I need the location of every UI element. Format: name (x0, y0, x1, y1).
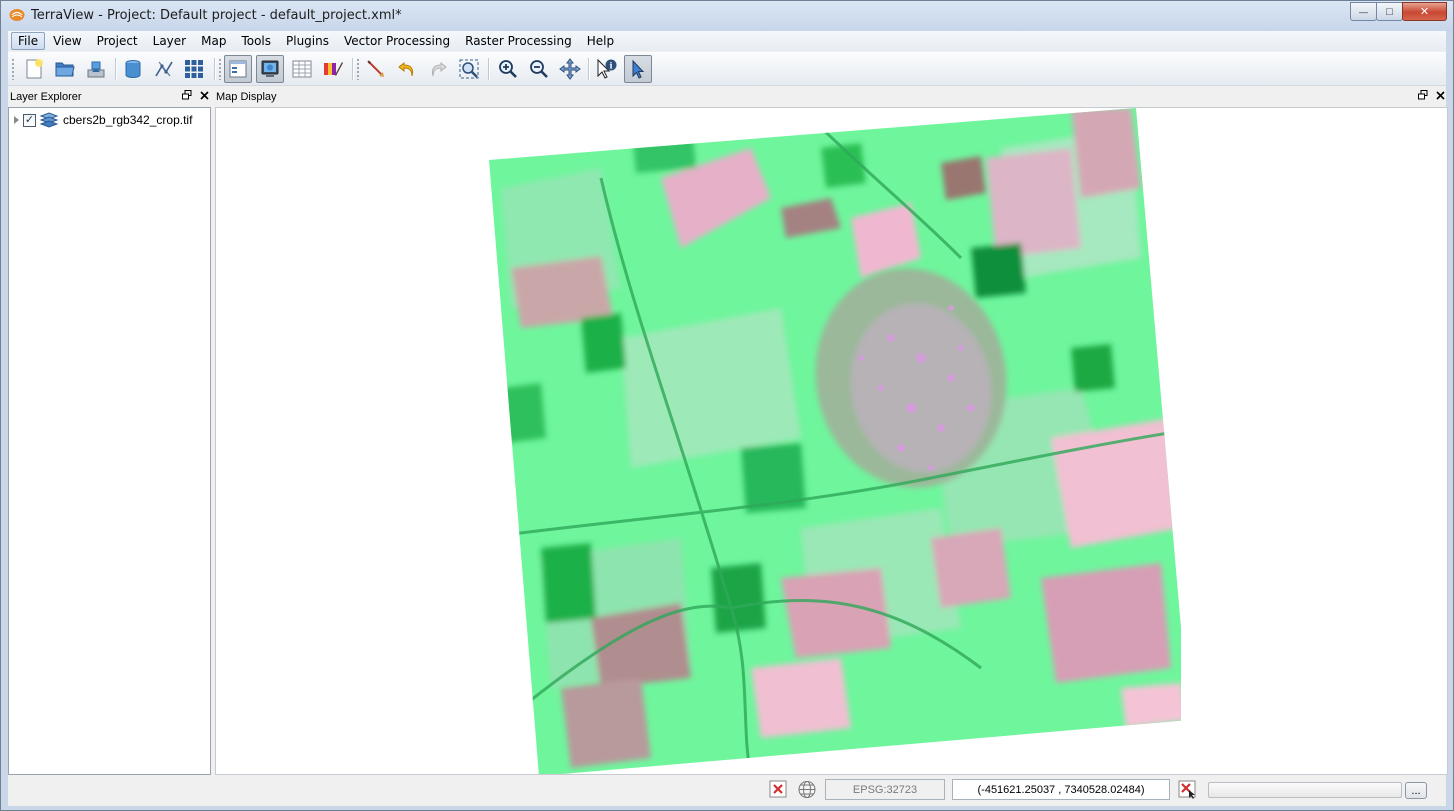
maximize-icon: □ (1386, 5, 1393, 18)
layer-explorer-title: Layer Explorer (10, 91, 82, 103)
new-project-button[interactable] (20, 55, 48, 83)
menu-view[interactable]: View (46, 32, 88, 50)
info-tool-button[interactable]: i (592, 55, 620, 83)
grid-tool-button[interactable] (180, 55, 208, 83)
menu-layer[interactable]: Layer (146, 32, 193, 50)
grid-icon (185, 60, 203, 78)
measure-icon (367, 60, 384, 77)
zoom-out-button[interactable] (525, 55, 553, 83)
selection-tool-button[interactable] (624, 55, 652, 83)
menu-project[interactable]: Project (90, 32, 145, 50)
srid-field[interactable]: EPSG:32723 (825, 779, 945, 800)
zoom-in-button[interactable] (494, 55, 522, 83)
stop-rendering-icon (769, 780, 787, 798)
style-icon (324, 62, 343, 76)
redo-button[interactable] (424, 55, 452, 83)
save-project-icon (87, 61, 105, 78)
toolbar-grip[interactable] (356, 58, 360, 80)
coordinates-field: (-451621.25037 , 7340528.02484) (952, 779, 1170, 800)
window-title: TerraView - Project: Default project - d… (31, 8, 402, 23)
stop-rendering-button[interactable] (768, 779, 790, 800)
layer-explorer-float-icon[interactable] (181, 89, 193, 101)
close-button[interactable]: ✕ (1402, 2, 1447, 21)
terraview-logo-icon (9, 9, 25, 21)
globe-icon (798, 781, 816, 798)
style-explorer-button[interactable] (319, 55, 347, 83)
layer-name: cbers2b_rgb342_crop.tif (63, 113, 193, 127)
data-table-button[interactable] (288, 55, 316, 83)
status-bar: EPSG:32723 (-451621.25037 , 7340528.0248… (8, 776, 1446, 802)
data-source-icon (125, 60, 141, 78)
measure-distance-button[interactable] (362, 55, 390, 83)
select-icon (632, 59, 645, 79)
menu-raster-processing[interactable]: Raster Processing (458, 32, 579, 50)
expand-arrow-icon[interactable] (14, 116, 19, 124)
zoom-out-icon (530, 60, 548, 78)
layer-visibility-checkbox[interactable]: ✓ (23, 113, 36, 127)
title-bar[interactable]: TerraView - Project: Default project - d… (1, 1, 1453, 31)
toolbar-separator (214, 58, 216, 80)
app-window: TerraView - Project: Default project - d… (0, 0, 1454, 811)
menu-bar: File View Project Layer Map Tools Plugin… (8, 31, 1446, 51)
add-data-source-button[interactable] (119, 55, 147, 83)
toolbar-grip[interactable] (218, 58, 222, 80)
minimize-button[interactable]: — (1350, 2, 1377, 21)
zoom-in-icon (499, 60, 517, 78)
progress-more-button[interactable]: ... (1405, 782, 1427, 799)
menu-help[interactable]: Help (580, 32, 621, 50)
map-display-close-icon[interactable] (1434, 89, 1446, 101)
save-project-button[interactable] (82, 55, 110, 83)
layer-explorer-toggle[interactable] (224, 55, 252, 83)
toolbar-separator (588, 58, 590, 80)
open-project-button[interactable] (51, 55, 79, 83)
menu-vector-processing[interactable]: Vector Processing (337, 32, 457, 50)
menu-map[interactable]: Map (194, 32, 233, 50)
pan-icon (559, 58, 581, 80)
clear-selection-icon (1178, 780, 1196, 799)
table-icon (292, 60, 312, 78)
zoom-extent-icon (459, 59, 479, 79)
map-display-toggle[interactable] (256, 55, 284, 83)
layer-explorer-panel: ✓ cbers2b_rgb342_crop.tif (8, 107, 211, 775)
geometry-icon (155, 61, 173, 77)
menu-tools[interactable]: Tools (234, 32, 278, 50)
toolbar-grip[interactable] (11, 58, 15, 80)
check-icon: ✓ (24, 113, 35, 126)
undo-icon (398, 61, 414, 77)
menu-plugins[interactable]: Plugins (279, 32, 336, 50)
main-area: File View Project Layer Map Tools Plugin… (8, 31, 1448, 806)
undo-button[interactable] (393, 55, 421, 83)
map-display-float-icon[interactable] (1417, 89, 1429, 101)
minimize-icon: — (1359, 6, 1368, 17)
info-icon: i (597, 58, 617, 79)
layer-explorer-icon (229, 60, 247, 78)
map-display-title: Map Display (216, 91, 277, 103)
toolbar-separator (115, 58, 117, 80)
toolbar-separator (488, 58, 490, 80)
main-toolbar: i (8, 52, 1446, 86)
menu-file[interactable]: File (11, 32, 46, 50)
clear-selection-button[interactable] (1177, 779, 1201, 800)
map-canvas[interactable] (215, 107, 1448, 775)
map-display-icon (261, 60, 279, 77)
new-project-icon (26, 59, 43, 79)
toolbar-separator (352, 58, 354, 80)
redo-icon (431, 61, 447, 77)
open-project-icon (55, 62, 75, 77)
progress-bar (1208, 782, 1402, 798)
maximize-button[interactable]: □ (1376, 2, 1403, 21)
raster-image (489, 108, 1181, 774)
layer-item[interactable]: ✓ cbers2b_rgb342_crop.tif (11, 111, 192, 129)
geometry-tool-button[interactable] (150, 55, 178, 83)
zoom-extent-button[interactable] (455, 55, 483, 83)
raster-layer-icon (39, 112, 59, 128)
pan-button[interactable] (556, 55, 584, 83)
layer-explorer-close-icon[interactable] (198, 89, 210, 101)
svg-text:i: i (609, 61, 612, 71)
close-icon: ✕ (1419, 6, 1430, 18)
srs-selector-button[interactable] (796, 779, 820, 800)
